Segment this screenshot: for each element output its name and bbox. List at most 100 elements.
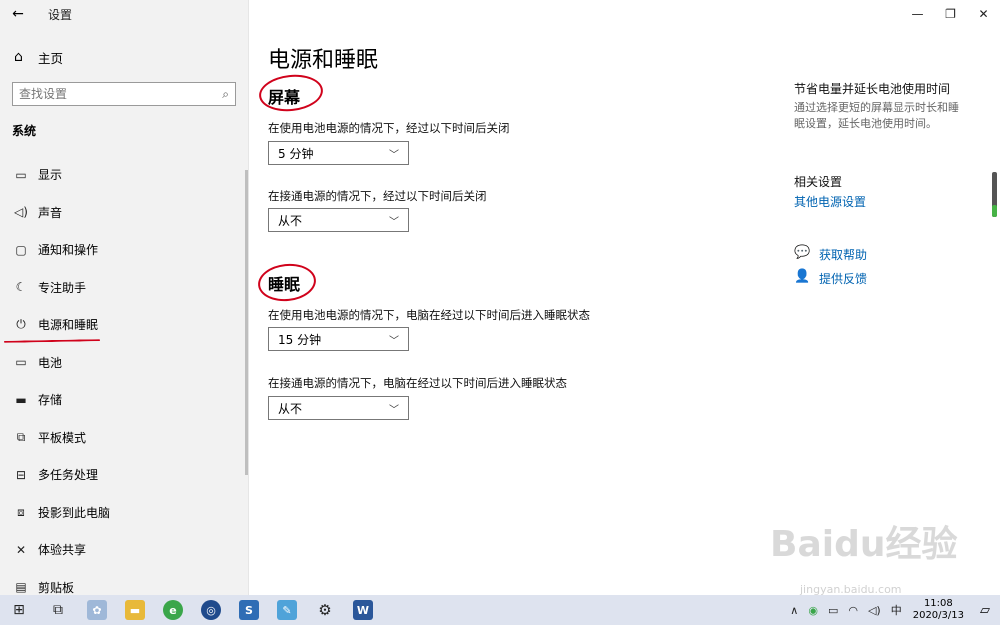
sidebar-item-label: 声音	[38, 205, 63, 220]
power-icon: ⏻	[16, 317, 26, 332]
annotation-underline	[3, 338, 101, 343]
get-help-link[interactable]: 获取帮助	[819, 246, 867, 263]
volume-icon[interactable]: ◁)	[868, 604, 881, 617]
sidebar-item-label: 通知和操作	[38, 243, 99, 258]
pen-app-icon: ✎	[277, 600, 297, 620]
sidebar-item-projecting[interactable]: ⧈ 投影到此电脑	[0, 494, 248, 532]
taskbar-app-word[interactable]: W	[344, 595, 382, 625]
sidebar-item-label: 电源和睡眠	[38, 318, 99, 333]
close-button[interactable]: ✕	[967, 0, 1000, 28]
window-controls: — ❐ ✕	[901, 0, 1000, 28]
clock[interactable]: 11:08 2020/3/13	[913, 598, 964, 622]
settings-sidebar: ← 设置 ⌂ 主页 ⌕ 系统 ▭ 显示 ◁) 声音 ▢ 通知和操作 ☾ 专注助手…	[0, 0, 249, 595]
search-box[interactable]: ⌕	[12, 82, 236, 106]
battery-tray-icon[interactable]: ▭	[828, 604, 838, 617]
moon-icon: ☾	[15, 280, 27, 295]
sidebar-item-label: 存储	[38, 393, 63, 408]
gear-icon: ⚙	[318, 601, 332, 619]
project-icon: ⧈	[17, 504, 25, 519]
folder-icon: ▬	[125, 600, 145, 620]
tip-title: 节省电量并延长电池使用时间	[794, 82, 951, 96]
sidebar-scrollbar[interactable]	[245, 170, 248, 475]
app-title: 设置	[48, 7, 73, 22]
minimize-button[interactable]: —	[901, 0, 934, 28]
security-icon[interactable]: ◉	[808, 604, 818, 617]
tablet-icon: ⧉	[16, 429, 26, 444]
page-title: 电源和睡眠	[268, 48, 379, 73]
sidebar-item-label: 剪贴板	[38, 580, 75, 595]
sidebar-item-shared-experiences[interactable]: ✕ 体验共享	[0, 531, 248, 569]
chevron-up-icon[interactable]: ∧	[790, 604, 798, 617]
back-button[interactable]: ←	[0, 0, 36, 28]
screen-battery-label: 在使用电池电源的情况下，经过以下时间后关闭	[268, 121, 510, 135]
task-view-button[interactable]: ⧉	[38, 595, 78, 625]
start-button[interactable]: ⊞	[0, 595, 38, 625]
sidebar-item-sound[interactable]: ◁) 声音	[0, 194, 248, 232]
sidebar-item-display[interactable]: ▭ 显示	[0, 156, 248, 194]
sidebar-group-label: 系统	[12, 124, 37, 138]
tip-text: 通过选择更短的屏幕显示时长和睡眠设置，延长电池使用时间。	[794, 101, 959, 130]
taskbar-app-pen[interactable]: ✎	[268, 595, 306, 625]
chevron-down-icon: ﹀	[389, 404, 399, 416]
sidebar-item-multitasking[interactable]: ⊟ 多任务处理	[0, 456, 248, 494]
screen-plugged-label: 在接通电源的情况下，经过以下时间后关闭	[268, 189, 487, 203]
storage-icon: ▬	[15, 392, 27, 407]
related-settings-title: 相关设置	[794, 175, 843, 189]
notification-icon: ▢	[15, 242, 27, 257]
browser-icon: e	[163, 600, 183, 620]
action-center-icon[interactable]: ▱	[970, 603, 1000, 618]
screen-plugged-dropdown[interactable]: 从不 ﹀	[268, 208, 409, 232]
wifi-icon[interactable]: ◠	[848, 604, 858, 617]
task-view-icon: ⧉	[53, 602, 63, 618]
multitask-icon: ⊟	[15, 467, 27, 482]
sleep-plugged-dropdown[interactable]: 从不 ﹀	[268, 396, 409, 420]
annotation-circle-sleep	[256, 261, 318, 304]
scrollbar-indicator	[992, 205, 997, 217]
share-icon: ✕	[15, 542, 27, 557]
titlebar-left: ← 设置	[0, 0, 249, 28]
back-arrow-icon: ←	[12, 6, 24, 22]
give-feedback-link[interactable]: 提供反馈	[819, 270, 867, 287]
sidebar-item-notifications[interactable]: ▢ 通知和操作	[0, 231, 248, 269]
taskbar-app-pinwheel[interactable]: ✿	[78, 595, 116, 625]
dropdown-value: 从不	[278, 401, 303, 416]
ime-indicator[interactable]: 中	[891, 602, 902, 618]
additional-power-settings-link[interactable]: 其他电源设置	[794, 193, 866, 210]
dropdown-value: 从不	[278, 213, 303, 228]
taskbar-app-settings[interactable]: ⚙	[306, 595, 344, 625]
help-icon: 💬	[794, 245, 811, 260]
chevron-down-icon: ﹀	[389, 335, 399, 347]
sleep-plugged-label: 在接通电源的情况下，电脑在经过以下时间后进入睡眠状态	[268, 376, 567, 390]
sidebar-item-label: 多任务处理	[38, 468, 99, 483]
sidebar-home[interactable]: ⌂ 主页	[14, 46, 63, 68]
taskbar-app-ime[interactable]: ◎	[192, 595, 230, 625]
sidebar-item-focus-assist[interactable]: ☾ 专注助手	[0, 269, 248, 307]
battery-icon: ▭	[15, 355, 27, 370]
sleep-battery-dropdown[interactable]: 15 分钟 ﹀	[268, 327, 409, 351]
taskbar-app-browser[interactable]: e	[154, 595, 192, 625]
sidebar-item-label: 电池	[38, 355, 63, 370]
maximize-button[interactable]: ❐	[934, 0, 967, 28]
chevron-down-icon: ﹀	[389, 216, 399, 228]
taskbar: ⊞ ⧉ ✿ ▬ e ◎ S ✎ ⚙ W ∧ ◉ ▭ ◠ ◁) 中 11:08 2…	[0, 595, 1000, 625]
taskbar-app-explorer[interactable]: ▬	[116, 595, 154, 625]
monitor-icon: ▭	[15, 167, 27, 182]
sidebar-item-label: 平板模式	[38, 430, 87, 445]
search-icon[interactable]: ⌕	[222, 87, 229, 102]
dropdown-value: 5 分钟	[278, 146, 314, 161]
watermark-logo: Baidu经验	[770, 524, 958, 565]
sidebar-item-label: 显示	[38, 168, 63, 183]
sidebar-item-storage[interactable]: ▬ 存储	[0, 381, 248, 419]
dropdown-value: 15 分钟	[278, 332, 322, 347]
minimize-icon: —	[911, 7, 924, 21]
clock-time: 11:08	[923, 598, 953, 609]
sidebar-item-tablet-mode[interactable]: ⧉ 平板模式	[0, 419, 248, 457]
screen-battery-dropdown[interactable]: 5 分钟 ﹀	[268, 141, 409, 165]
sidebar-item-battery[interactable]: ▭ 电池	[0, 344, 248, 382]
home-icon: ⌂	[14, 49, 23, 65]
clock-date: 2020/3/13	[912, 610, 964, 621]
sidebar-item-power-sleep[interactable]: ⏻ 电源和睡眠	[0, 306, 248, 344]
taskbar-app-s[interactable]: S	[230, 595, 268, 625]
restore-icon: ❐	[945, 7, 956, 21]
search-input[interactable]	[19, 87, 223, 101]
